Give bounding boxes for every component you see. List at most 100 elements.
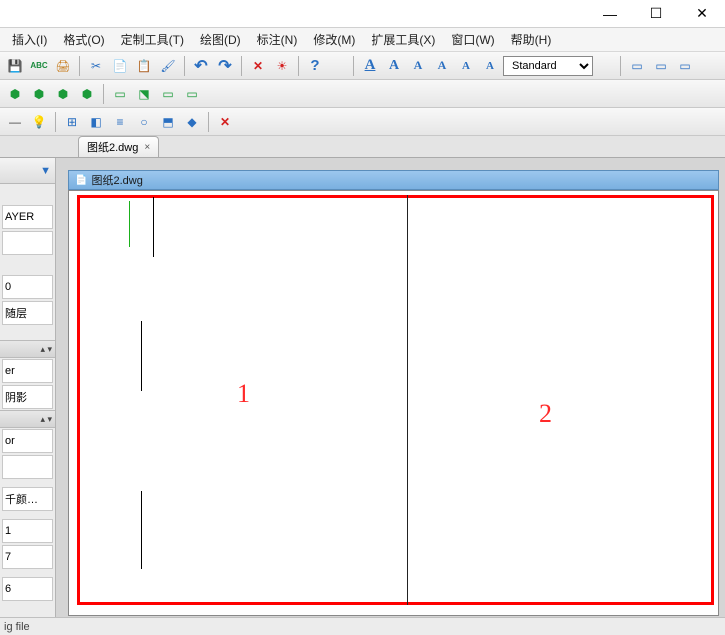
menu-draw[interactable]: 绘图(D)	[192, 29, 249, 50]
property-row-value[interactable]: 1	[2, 519, 53, 543]
sun-icon[interactable]: ☀	[271, 55, 293, 77]
line-tool-icon[interactable]: —	[4, 111, 26, 133]
text-style-icon[interactable]: A	[359, 55, 381, 77]
viewport-label-1: 1	[237, 379, 250, 409]
toolbar-misc: — 💡 ⊞ ◧ ≡ ○ ⬒ ◆ ✕	[0, 108, 725, 136]
shape-tool-icon[interactable]: ⬔	[133, 83, 155, 105]
property-row-color[interactable]: 千颜…	[2, 487, 53, 511]
drawn-line	[153, 197, 154, 257]
help-icon[interactable]: ?	[304, 55, 326, 77]
align-left-icon[interactable]: ▭	[626, 55, 648, 77]
close-window-button[interactable]: ✕	[679, 0, 725, 28]
shape-tool-icon[interactable]: ⬢	[28, 83, 50, 105]
property-row[interactable]: or	[2, 429, 53, 453]
menu-ext-tools[interactable]: 扩展工具(X)	[363, 29, 443, 50]
delete-icon[interactable]: ✕	[247, 55, 269, 77]
text-find-icon[interactable]: A	[407, 55, 429, 77]
document-tab-label: 图纸2.dwg	[87, 139, 138, 155]
menu-format[interactable]: 格式(O)	[55, 29, 112, 50]
toolbar-main: 💾 ABC 🖨 ✂ 📄 📋 🖌 ↶ ↷ ✕ ☀ ? A A A A A A St…	[0, 52, 725, 80]
close-tool-icon[interactable]: ✕	[214, 111, 236, 133]
shape-tool-icon[interactable]: ⬢	[4, 83, 26, 105]
separator	[79, 56, 80, 76]
align-right-icon[interactable]: ▭	[674, 55, 696, 77]
canvas-title-bar[interactable]: 📄 图纸2.dwg	[68, 170, 719, 190]
drawn-line	[141, 491, 142, 569]
minimize-button[interactable]: —	[587, 0, 633, 28]
property-row[interactable]: er	[2, 359, 53, 383]
viewport-label-2: 2	[539, 399, 552, 429]
menu-window[interactable]: 窗口(W)	[443, 29, 502, 50]
print-icon[interactable]: 🖨	[52, 55, 74, 77]
text-justify-icon[interactable]: A	[455, 55, 477, 77]
align-center-icon[interactable]: ▭	[650, 55, 672, 77]
redo-icon[interactable]: ↷	[214, 55, 236, 77]
shape-tool-icon[interactable]: ⬢	[76, 83, 98, 105]
separator	[241, 56, 242, 76]
menu-custom-tools[interactable]: 定制工具(T)	[113, 29, 192, 50]
shape-tool-icon[interactable]: ▭	[109, 83, 131, 105]
title-bar: — ☐ ✕	[0, 0, 725, 28]
drawn-line	[129, 201, 130, 247]
filter-icon[interactable]: ▼	[40, 165, 51, 177]
canvas-title-label: 图纸2.dwg	[91, 172, 142, 188]
shape-tool-icon[interactable]: ▭	[157, 83, 179, 105]
menu-bar: 插入(I) 格式(O) 定制工具(T) 绘图(D) 标注(N) 修改(M) 扩展…	[0, 28, 725, 52]
spellcheck-icon[interactable]: ABC	[28, 55, 50, 77]
property-row-empty[interactable]	[2, 231, 53, 255]
undo-icon[interactable]: ↶	[190, 55, 212, 77]
property-row-layer[interactable]: AYER	[2, 205, 53, 229]
document-tab[interactable]: 图纸2.dwg ×	[78, 136, 159, 157]
properties-panel: ▼ AYER 0 随层 ▴ ▾ er 阴影 ▴ ▾ or 千颜… 1 7 6	[0, 158, 56, 628]
selection-frame	[77, 195, 714, 605]
status-text: ig file	[4, 621, 30, 633]
menu-insert[interactable]: 插入(I)	[4, 29, 55, 50]
drawn-line	[141, 321, 142, 391]
separator	[298, 56, 299, 76]
layout-icon[interactable]: ◧	[85, 111, 107, 133]
separator	[184, 56, 185, 76]
property-row-bylayer[interactable]: 随层	[2, 301, 53, 325]
vertical-divider	[407, 195, 408, 605]
list-icon[interactable]: ≡	[109, 111, 131, 133]
section-header[interactable]: ▴ ▾	[0, 410, 55, 428]
circle-tool-icon[interactable]: ○	[133, 111, 155, 133]
menu-annotate[interactable]: 标注(N)	[249, 29, 306, 50]
tab-close-icon[interactable]: ×	[144, 142, 150, 153]
copy-icon[interactable]: 📄	[109, 55, 131, 77]
bulb-icon[interactable]: 💡	[28, 111, 50, 133]
property-row-value[interactable]: 6	[2, 577, 53, 601]
main-body: ▼ AYER 0 随层 ▴ ▾ er 阴影 ▴ ▾ or 千颜… 1 7 6 📄…	[0, 158, 725, 628]
canvas-container: 📄 图纸2.dwg 1 2	[56, 158, 725, 628]
rect-tool-icon[interactable]: ⬒	[157, 111, 179, 133]
section-header[interactable]: ▴ ▾	[0, 340, 55, 358]
property-row-empty[interactable]	[2, 455, 53, 479]
text-convert-icon[interactable]: A	[479, 55, 501, 77]
separator	[353, 56, 354, 76]
drawing-icon: 📄	[75, 175, 87, 186]
panel-header: ▼	[0, 158, 55, 184]
toolbar-shapes: ⬢ ⬢ ⬢ ⬢ ▭ ⬔ ▭ ▭	[0, 80, 725, 108]
drawing-canvas[interactable]: 1 2	[68, 190, 719, 616]
grid-icon[interactable]: ⊞	[61, 111, 83, 133]
menu-help[interactable]: 帮助(H)	[503, 29, 560, 50]
separator	[103, 84, 104, 104]
property-row-value[interactable]: 0	[2, 275, 53, 299]
text-scale-icon[interactable]: A	[431, 55, 453, 77]
status-bar: ig file	[0, 617, 725, 635]
paste-icon[interactable]: 📋	[133, 55, 155, 77]
save-icon[interactable]: 💾	[4, 55, 26, 77]
property-row-value[interactable]: 7	[2, 545, 53, 569]
shape-tool-icon[interactable]: ⬢	[52, 83, 74, 105]
text-style-select[interactable]: Standard	[503, 56, 593, 76]
text-icon[interactable]: A	[383, 55, 405, 77]
shape-tool-icon[interactable]: ▭	[181, 83, 203, 105]
menu-modify[interactable]: 修改(M)	[305, 29, 363, 50]
diamond-tool-icon[interactable]: ◆	[181, 111, 203, 133]
maximize-button[interactable]: ☐	[633, 0, 679, 28]
separator	[208, 112, 209, 132]
document-tab-bar: 图纸2.dwg ×	[0, 136, 725, 158]
format-painter-icon[interactable]: 🖌	[157, 55, 179, 77]
property-row-shadow[interactable]: 阴影	[2, 385, 53, 409]
cut-icon[interactable]: ✂	[85, 55, 107, 77]
